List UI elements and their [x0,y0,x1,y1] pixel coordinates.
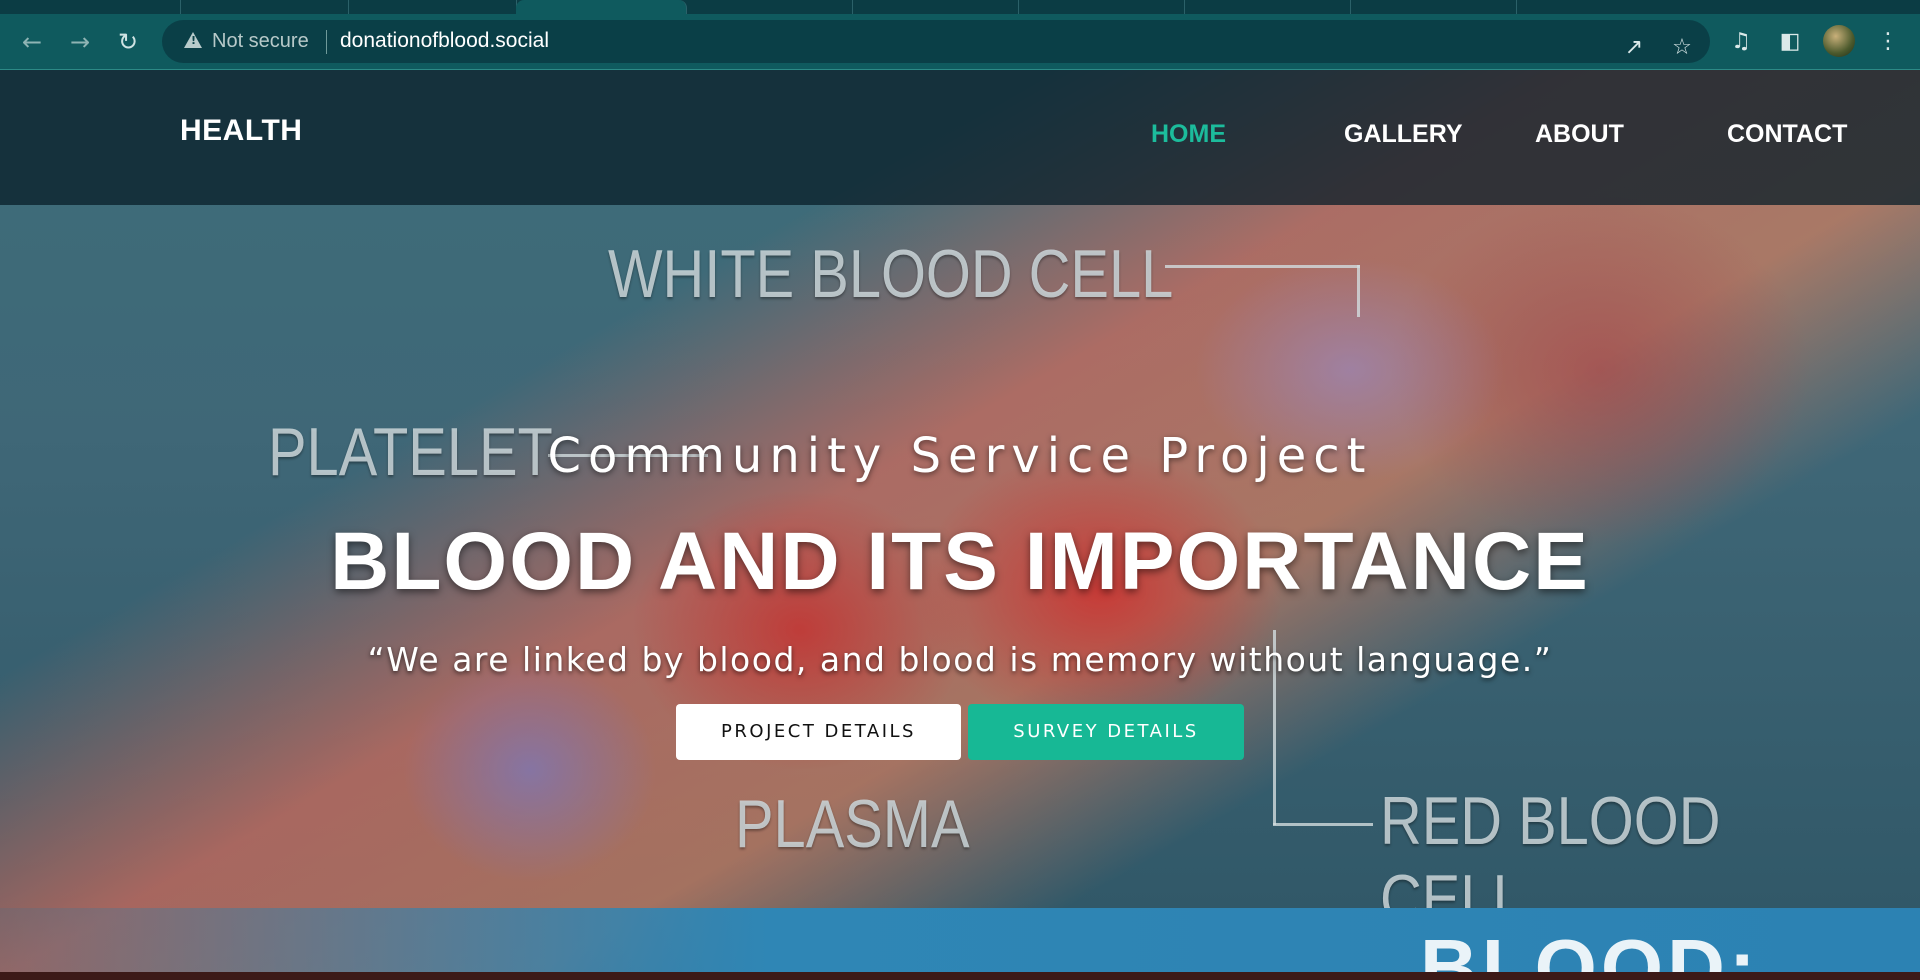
hero-headline: BLOOD AND ITS IMPORTANCE [330,516,1590,607]
browser-tab[interactable] [1350,0,1517,14]
label-line [1273,823,1373,826]
image-label-plasma: PLASMA [735,786,970,862]
nav-link-contact[interactable]: CONTACT [1727,120,1847,149]
divider [326,30,327,54]
sidepanel-icon[interactable]: ◧ [1776,29,1804,55]
browser-tab[interactable] [348,0,517,14]
browser-tab[interactable] [686,0,853,14]
browser-tab[interactable] [852,0,1019,14]
url-text[interactable]: donationofblood.social [340,29,549,53]
reload-icon[interactable]: ↻ [114,28,142,56]
label-line [1165,265,1360,268]
tab-strip [0,0,1920,14]
hero-section: WHITE BLOOD CELL PLATELET PLASMA RED BLO… [0,70,1920,980]
kebab-menu-icon[interactable]: ⋮ [1874,29,1902,55]
browser-tab-active[interactable] [516,0,687,14]
nav-link-home[interactable]: HOME [1151,120,1226,149]
browser-tab[interactable] [0,0,181,14]
back-arrow-icon[interactable]: ← [18,28,46,56]
browser-tab[interactable] [1018,0,1185,14]
label-line [1357,265,1360,317]
site-logo[interactable]: HEALTH [180,114,302,148]
media-icon[interactable]: ♫ [1727,29,1755,55]
star-icon[interactable]: ☆ [1668,35,1696,61]
site-navbar: HEALTH HOME GALLERY ABOUT CONTACT [0,70,1920,205]
browser-tab[interactable] [1184,0,1351,14]
nav-link-about[interactable]: ABOUT [1535,120,1624,149]
nav-link-gallery[interactable]: GALLERY [1344,120,1463,149]
warning-icon[interactable] [184,32,202,48]
address-bar[interactable]: Not secure donationofblood.social ↗ ☆ [162,20,1710,63]
share-icon[interactable]: ↗ [1620,35,1648,61]
browser-tab[interactable] [180,0,349,14]
profile-avatar[interactable] [1823,25,1855,57]
hero-quote: “We are linked by blood, and blood is me… [367,640,1553,679]
survey-details-button[interactable]: SURVEY DETAILS [968,704,1244,760]
security-status[interactable]: Not secure [212,30,309,53]
hero-subtitle: Community Service Project [547,428,1373,484]
project-details-button[interactable]: PROJECT DETAILS [676,704,961,760]
image-label-white-blood-cell: WHITE BLOOD CELL [608,236,1174,312]
forward-arrow-icon[interactable]: → [66,28,94,56]
browser-toolbar: ← → ↻ Not secure donationofblood.social … [0,14,1920,70]
taskbar-strip [0,972,1920,980]
